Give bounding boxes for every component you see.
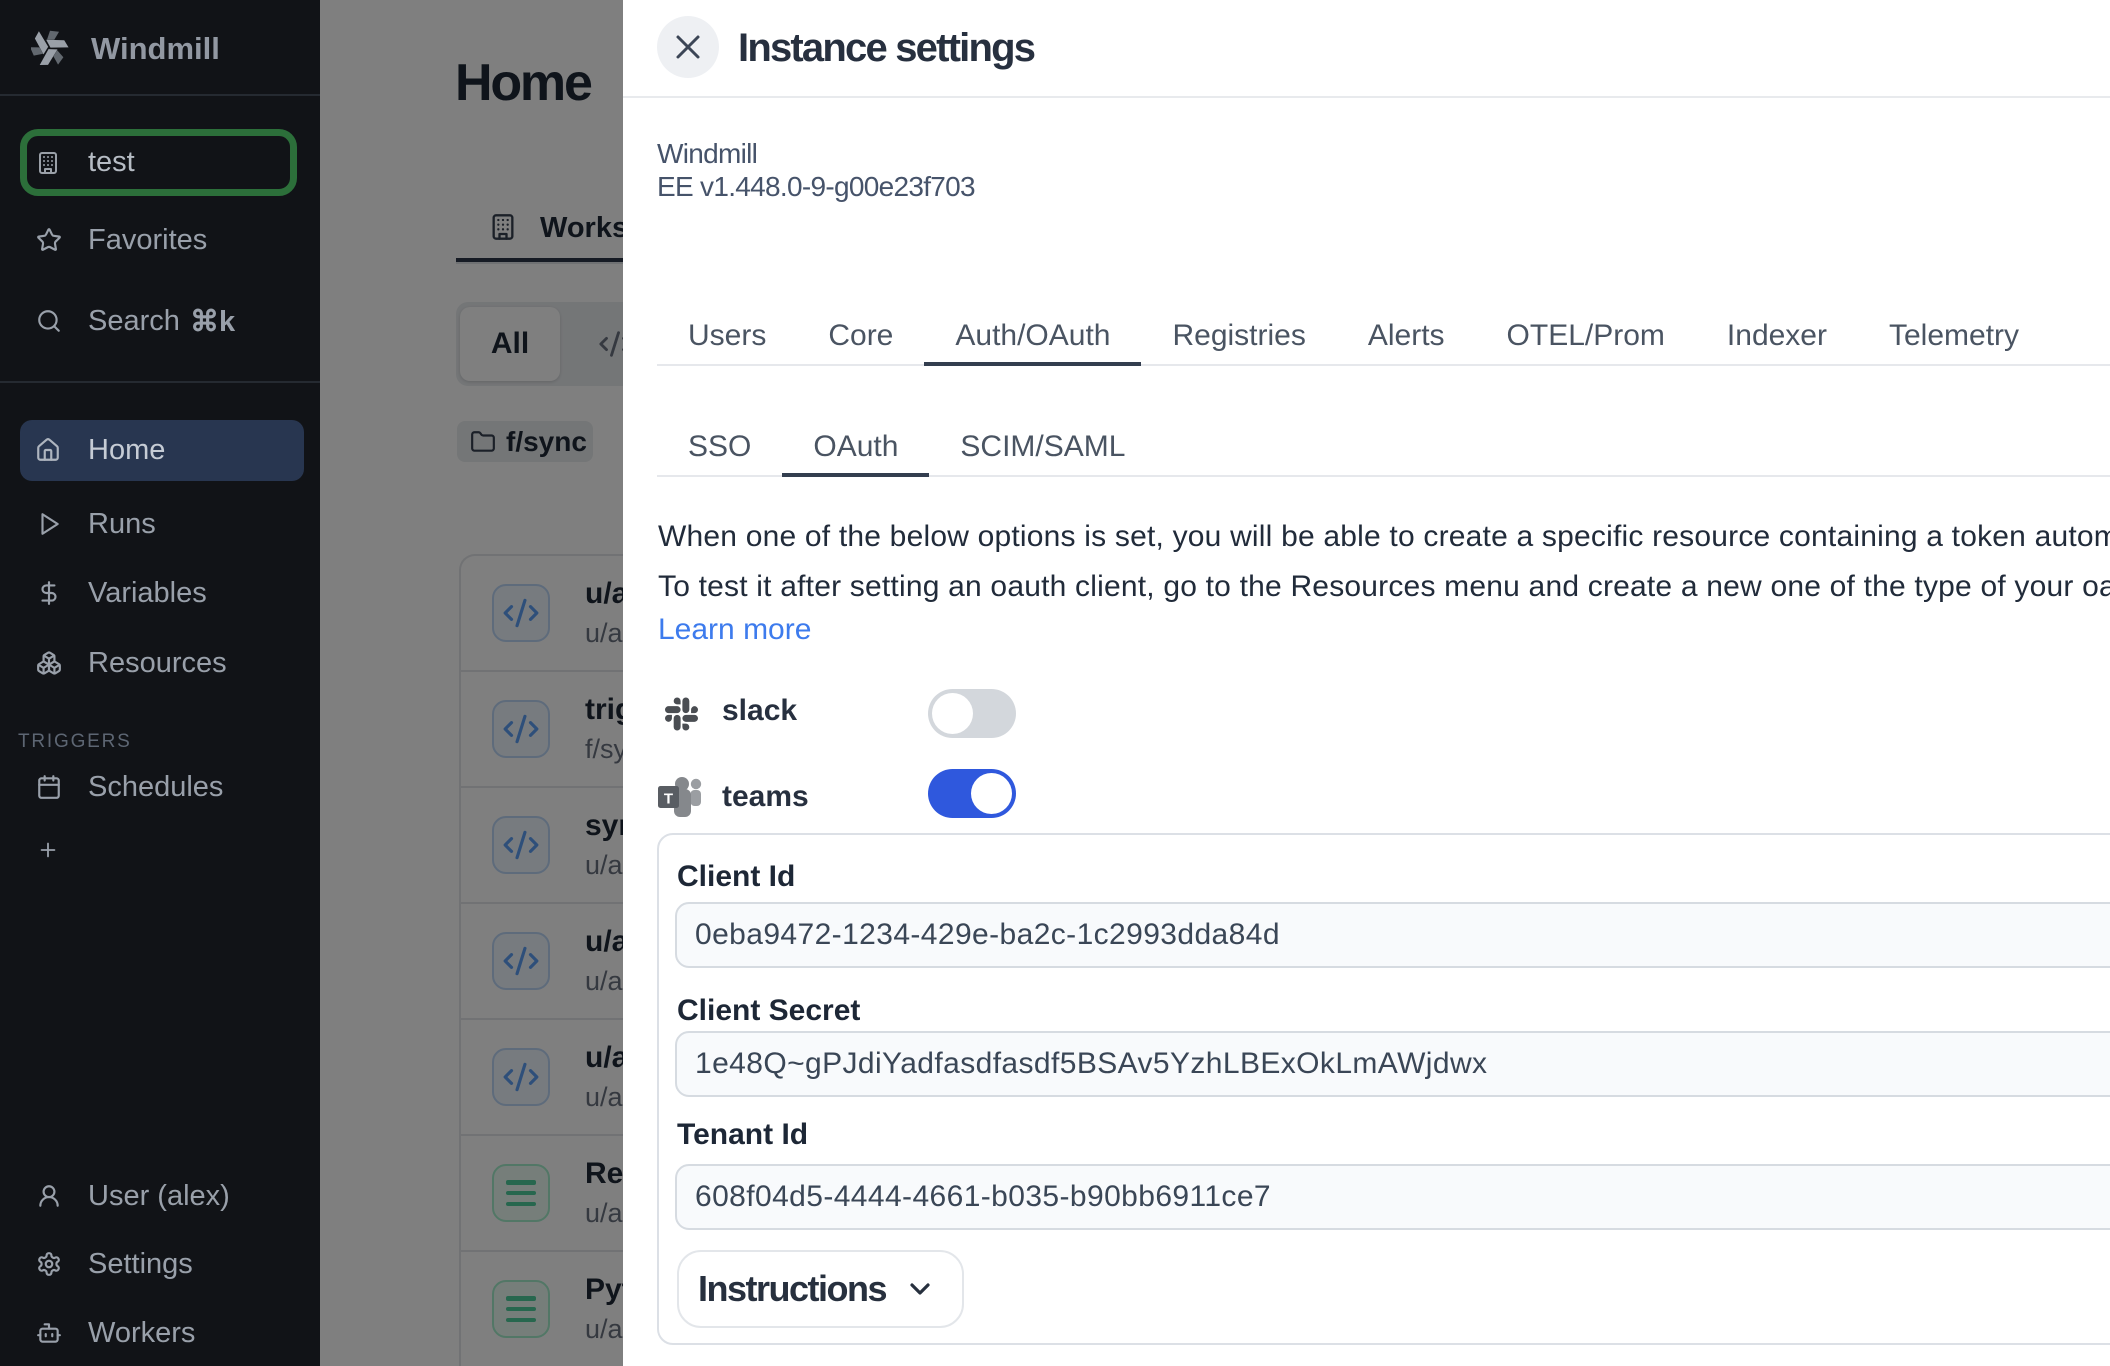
- svg-text:T: T: [664, 791, 673, 808]
